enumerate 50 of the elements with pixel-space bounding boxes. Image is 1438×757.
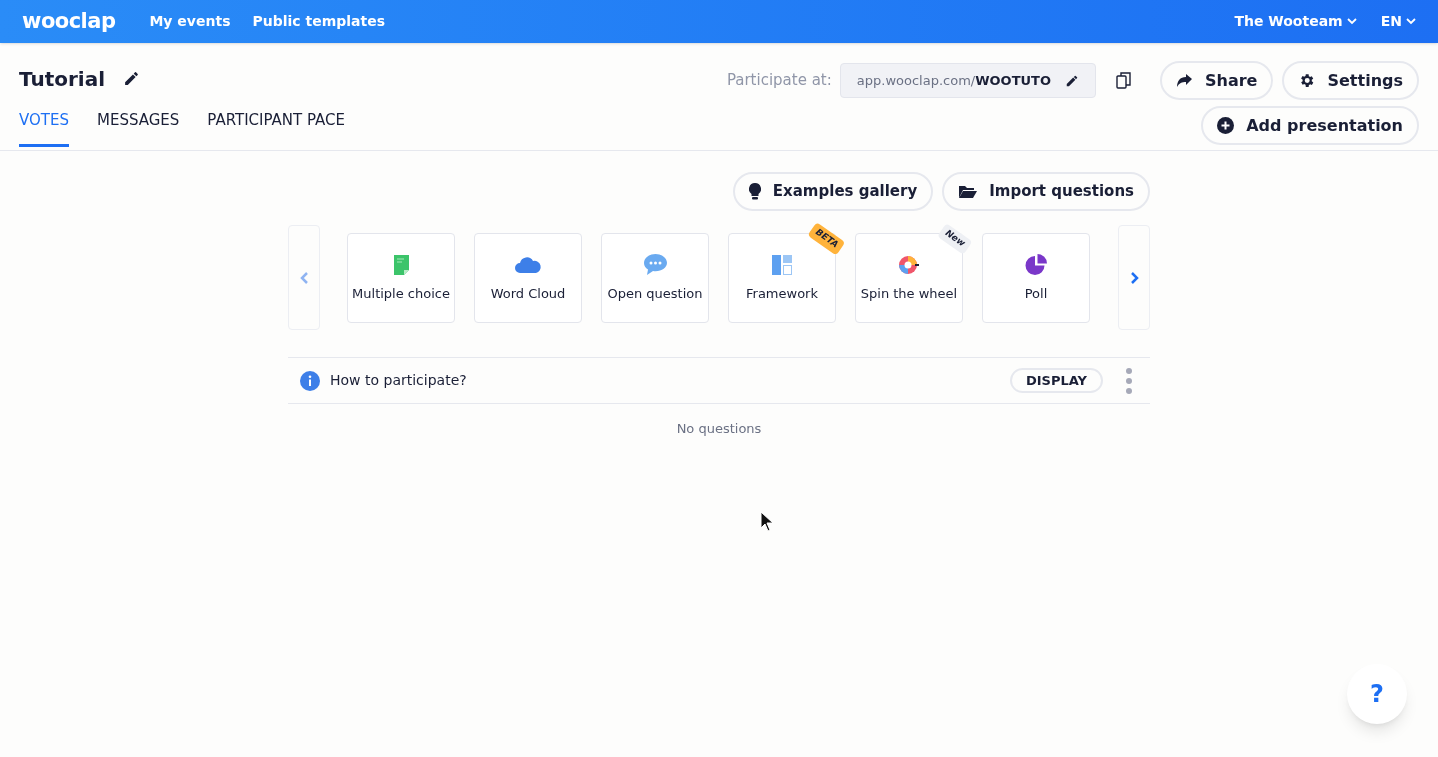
participate-label: Participate at: [726, 70, 832, 92]
lightbulb-icon [748, 183, 761, 200]
add-icon [1217, 117, 1235, 134]
settings-icon [1298, 72, 1316, 89]
tab[interactable]: MESSAGES [96, 109, 180, 147]
question-type-card[interactable]: Open question [601, 232, 709, 323]
chevron-down-icon [1346, 18, 1357, 25]
help-button[interactable]: ? [1347, 664, 1407, 724]
settings-button[interactable]: Settings [1282, 61, 1419, 100]
chevron-right-icon [1129, 270, 1139, 285]
wheel-icon [898, 253, 920, 276]
cloud-icon [514, 255, 542, 275]
add-presentation-button[interactable]: Add presentation [1201, 106, 1419, 145]
chevron-down-icon [1406, 18, 1416, 25]
participation-url-field[interactable]: app.wooclap.com/WOOTUTO [839, 63, 1096, 98]
copy-icon[interactable] [1116, 72, 1132, 89]
pie-chart-icon [1024, 253, 1048, 277]
event-title: Tutorial [19, 65, 106, 93]
card-label: Word Cloud [490, 284, 566, 303]
folder-icon [958, 184, 978, 199]
edit-icon[interactable] [123, 70, 141, 87]
account-menu[interactable]: The Wooteam [1234, 11, 1357, 32]
language-menu[interactable]: EN [1380, 11, 1416, 32]
card-label: Spin the wheel [860, 284, 958, 303]
question-type-card[interactable]: Multiple choice [347, 232, 455, 323]
layout-icon [771, 253, 793, 276]
question-type-card[interactable]: Poll [982, 232, 1090, 323]
speech-bubble-icon [642, 253, 668, 277]
tab[interactable]: VOTES [19, 109, 69, 147]
share-button[interactable]: Share [1160, 61, 1274, 100]
info-icon [300, 370, 320, 391]
card-label: Open question [607, 284, 703, 303]
info-text: How to participate? [330, 371, 467, 390]
card-label: Multiple choice [352, 284, 450, 303]
share-icon [1176, 73, 1193, 88]
chevron-left-icon [299, 270, 309, 285]
empty-state-text: No questions [675, 420, 763, 438]
question-type-card[interactable]: Word Cloud [474, 232, 582, 323]
card-label: Framework [746, 284, 818, 303]
card-label: Poll [1024, 284, 1048, 303]
edit-icon[interactable] [1065, 73, 1079, 88]
display-button[interactable]: DISPLAY [1009, 368, 1103, 393]
document-icon [392, 253, 410, 276]
participation-url: app.wooclap.com/WOOTUTO [856, 71, 1051, 90]
nav-link[interactable]: Public templates [252, 11, 386, 32]
mouse-cursor-icon [760, 511, 774, 532]
tab[interactable]: PARTICIPANT PACE [207, 109, 346, 147]
examples-gallery-button[interactable]: Examples gallery [732, 172, 934, 211]
nav-link[interactable]: My events [149, 11, 231, 32]
import-questions-button[interactable]: Import questions [942, 172, 1150, 211]
